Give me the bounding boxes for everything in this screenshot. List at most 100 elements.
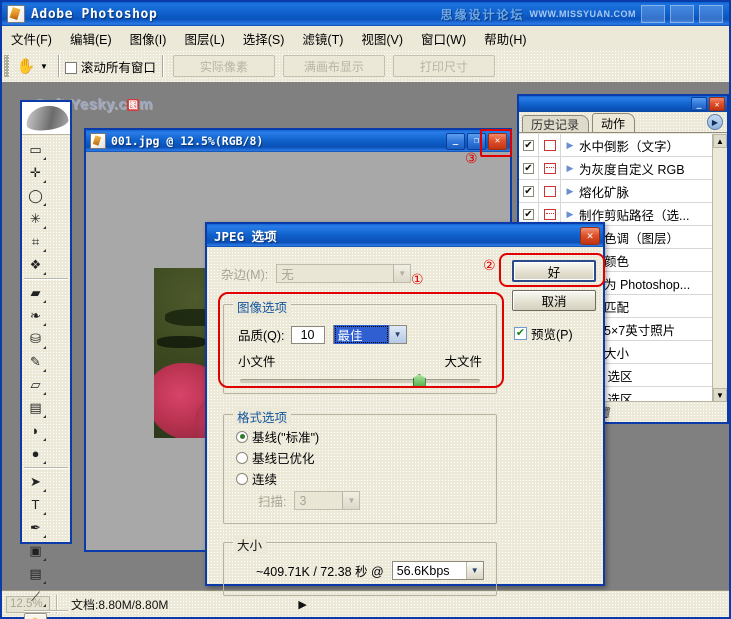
actual-pixels-button[interactable]: 实际像素: [172, 55, 275, 77]
radio-baseline-optimized[interactable]: 基线已优化: [236, 448, 315, 467]
slider-thumb[interactable]: [412, 374, 426, 388]
document-info: 文档:8.80M/8.80M: [71, 597, 169, 612]
slice-tool-icon[interactable]: ❖: [24, 253, 47, 276]
menu-edit[interactable]: 编辑(E): [61, 27, 121, 50]
blur-tool-icon[interactable]: ◗: [24, 419, 47, 442]
preview-label: 预览(P): [531, 328, 573, 342]
action-enabled-checkbox[interactable]: ✔: [519, 180, 539, 202]
palette-title-bar[interactable]: _ ✕: [519, 96, 727, 112]
action-dialog-toggle[interactable]: [539, 134, 561, 156]
menu-image[interactable]: 图像(I): [121, 27, 176, 50]
preview-checkbox[interactable]: ✔ 预览(P): [514, 324, 573, 343]
document-maximize-button[interactable]: ❐: [467, 132, 486, 150]
action-enabled-checkbox[interactable]: ✔: [519, 134, 539, 156]
scan-dropdown[interactable]: 3 ▼: [294, 491, 361, 510]
document-minimize-button[interactable]: _: [446, 132, 465, 150]
document-close-button[interactable]: ✕: [488, 132, 507, 150]
matte-dropdown[interactable]: 无 ▼: [276, 264, 412, 283]
radio-label: 基线("标准"): [252, 431, 320, 445]
action-enabled-checkbox[interactable]: ✔: [519, 157, 539, 179]
file-size-hint-row: 小文件 大文件: [238, 351, 482, 370]
options-bar: ✋ ▼ 滚动所有窗口 实际像素 满画布显示 打印尺寸: [2, 50, 729, 83]
palette-minimize-button[interactable]: _: [691, 97, 707, 111]
table-row[interactable]: ✔ ▶ 熔化矿脉: [519, 180, 727, 203]
notes-tool-icon[interactable]: ▤: [24, 562, 47, 585]
lasso-tool-icon[interactable]: ◯: [24, 184, 47, 207]
expand-triangle-icon[interactable]: ▶: [561, 140, 579, 151]
eyedropper-tool-icon[interactable]: ⟋: [24, 585, 47, 608]
palette-close-button[interactable]: ✕: [709, 97, 725, 111]
scroll-all-windows-checkbox[interactable]: 滚动所有窗口: [64, 57, 156, 76]
magic-wand-tool-icon[interactable]: ✳: [24, 207, 47, 230]
quality-slider[interactable]: [240, 373, 480, 388]
chevron-down-icon[interactable]: ▼: [40, 62, 48, 71]
table-row[interactable]: ✔ ▶ 为灰度自定义 RGB: [519, 157, 727, 180]
scroll-all-windows-label: 滚动所有窗口: [80, 60, 156, 75]
checkbox-box: ✔: [514, 327, 527, 340]
dodge-tool-icon[interactable]: ●: [24, 442, 47, 465]
cancel-button[interactable]: 取消: [512, 290, 596, 311]
annotation-number-3: ③: [465, 151, 478, 167]
title-bar: Adobe Photoshop 思缘设计论坛 WWW.MISSYUAN.COM: [2, 2, 729, 26]
palette-menu-icon[interactable]: ▶: [707, 114, 723, 130]
scan-row: 扫描: 3 ▼: [258, 491, 361, 510]
path-selection-tool-icon[interactable]: ➤: [24, 470, 47, 493]
eraser-tool-icon[interactable]: ▱: [24, 373, 47, 396]
expand-triangle-icon[interactable]: ▶: [561, 209, 579, 220]
scan-label: 扫描:: [258, 495, 287, 509]
toolbox-header[interactable]: [22, 102, 70, 135]
menu-file[interactable]: 文件(F): [2, 27, 61, 50]
ok-button[interactable]: 好: [512, 260, 596, 282]
tab-actions[interactable]: 动作: [592, 113, 636, 132]
paintbrush-tool-icon[interactable]: ❧: [24, 304, 47, 327]
options-bar-grip[interactable]: [4, 55, 9, 77]
menu-view[interactable]: 视图(V): [352, 27, 412, 50]
radio-label: 基线已优化: [252, 452, 315, 466]
tab-history[interactable]: 历史记录: [522, 115, 590, 132]
type-tool-icon[interactable]: T: [24, 493, 47, 516]
palette-scrollbar[interactable]: ▲ ▼: [712, 134, 727, 402]
play-arrow-icon[interactable]: ▶: [298, 598, 306, 611]
dialog-title-bar[interactable]: JPEG 选项 ✕: [207, 224, 603, 247]
menu-layer[interactable]: 图层(L): [175, 27, 233, 50]
crop-tool-icon[interactable]: ⌗: [24, 230, 47, 253]
menu-window[interactable]: 窗口(W): [412, 27, 475, 50]
marquee-tool-icon[interactable]: ▭: [24, 138, 47, 161]
menu-filter[interactable]: 滤镜(T): [293, 27, 352, 50]
menu-help[interactable]: 帮助(H): [475, 27, 535, 50]
shape-tool-icon[interactable]: ▣: [24, 539, 47, 562]
hand-tool-icon[interactable]: ✋: [24, 613, 47, 619]
menu-select[interactable]: 选择(S): [234, 27, 294, 50]
pen-tool-icon[interactable]: ✒: [24, 516, 47, 539]
radio-label: 连续: [252, 473, 278, 487]
hand-tool-icon[interactable]: ✋: [13, 54, 39, 78]
table-row[interactable]: ✔ ▶ 水中倒影（文字）: [519, 134, 727, 157]
history-brush-tool-icon[interactable]: ✎: [24, 350, 47, 373]
watermark-chinese: 思缘设计论坛: [440, 7, 525, 22]
expand-triangle-icon[interactable]: ▶: [561, 163, 579, 174]
dialog-close-button[interactable]: ✕: [580, 226, 600, 245]
yesky-watermark-logo: 图: [127, 99, 140, 111]
document-title-bar[interactable]: 001.jpg @ 12.5%(RGB/8) _ ❐ ✕: [86, 130, 510, 152]
ok-button-label: 好: [514, 262, 594, 280]
action-dialog-toggle[interactable]: [539, 157, 561, 179]
print-size-button[interactable]: 打印尺寸: [392, 55, 495, 77]
gradient-tool-icon[interactable]: ▤: [24, 396, 47, 419]
clone-stamp-tool-icon[interactable]: ⛁: [24, 327, 47, 350]
radio-baseline-standard[interactable]: 基线("标准"): [236, 427, 319, 446]
healing-brush-tool-icon[interactable]: ▰: [24, 281, 47, 304]
action-dialog-toggle[interactable]: [539, 180, 561, 202]
expand-triangle-icon[interactable]: ▶: [561, 186, 579, 197]
move-tool-icon[interactable]: ✛: [24, 161, 47, 184]
radio-progressive[interactable]: 连续: [236, 469, 277, 488]
dialog-title: JPEG 选项: [214, 229, 277, 244]
radio-button: [236, 451, 248, 464]
fit-on-screen-button[interactable]: 满画布显示: [282, 55, 385, 77]
menu-bar: 文件(F) 编辑(E) 图像(I) 图层(L) 选择(S) 滤镜(T) 视图(V…: [2, 26, 729, 51]
quality-preset-dropdown[interactable]: 最佳 ▼: [332, 325, 407, 344]
quality-input[interactable]: 10: [290, 325, 325, 344]
speed-dropdown[interactable]: 56.6Kbps ▼: [391, 561, 484, 580]
scroll-down-icon[interactable]: ▼: [713, 388, 727, 402]
matte-label: 杂边(M):: [221, 268, 269, 282]
scroll-up-icon[interactable]: ▲: [713, 134, 727, 148]
